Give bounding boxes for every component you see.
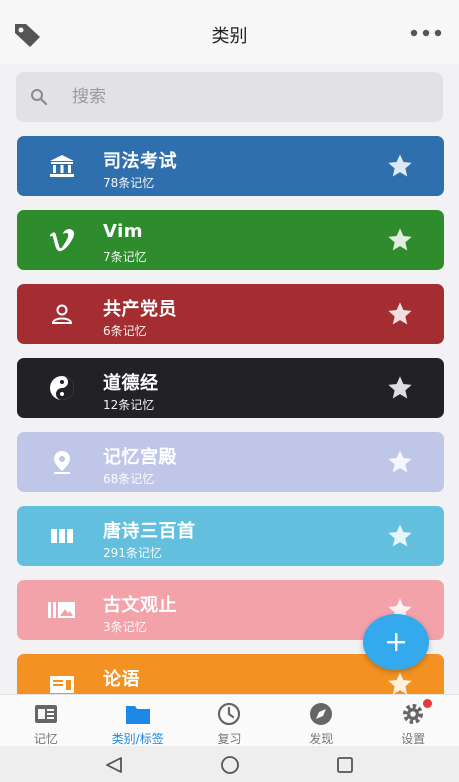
bank-icon: [45, 150, 79, 182]
category-card[interactable]: 唐诗三百首 291条记忆: [17, 506, 444, 566]
memory-card-icon: [34, 705, 57, 723]
star-icon[interactable]: [386, 152, 414, 180]
star-icon[interactable]: [386, 226, 414, 254]
system-nav-bar: [0, 746, 459, 782]
star-icon[interactable]: [386, 522, 414, 550]
vimeo-icon: [45, 224, 79, 256]
yin-yang-icon: [45, 372, 79, 404]
folder-icon: [125, 706, 150, 724]
category-name: 道德经: [103, 373, 159, 394]
notification-badge: [423, 699, 433, 708]
bottom-tab-bar: 记忆 类别/标签 复习 发现 设置: [0, 694, 459, 746]
star-icon[interactable]: [386, 300, 414, 328]
category-name: 共产党员: [103, 299, 177, 320]
category-count: 7条记忆: [103, 250, 147, 264]
tab-review[interactable]: 复习: [184, 695, 276, 746]
category-list: 司法考试 78条记忆 Vim 7条记忆 共产党员 6条记忆 道德经 12条记忆 …: [17, 136, 444, 694]
tab-label: 复习: [217, 732, 242, 746]
category-card[interactable]: 共产党员 6条记忆: [17, 284, 444, 344]
tab-label: 类别/标签: [111, 732, 164, 746]
category-name: 司法考试: [103, 151, 177, 172]
category-card[interactable]: Vim 7条记忆: [17, 210, 444, 270]
category-count: 78条记忆: [103, 176, 155, 190]
columns-icon: [45, 520, 79, 552]
category-count: 3条记忆: [103, 620, 147, 634]
compass-icon: [310, 703, 333, 725]
category-card[interactable]: 记忆宫殿 68条记忆: [17, 432, 444, 492]
tab-label: 记忆: [33, 732, 58, 746]
category-card[interactable]: 司法考试 78条记忆: [17, 136, 444, 196]
category-name: 记忆宫殿: [103, 447, 177, 468]
tab-memory[interactable]: 记忆: [0, 695, 92, 746]
tab-label: 设置: [401, 732, 426, 746]
search-bar[interactable]: [16, 72, 443, 122]
tab-categories[interactable]: 类别/标签: [92, 695, 184, 746]
plus-icon: [387, 633, 405, 651]
star-icon[interactable]: [386, 448, 414, 476]
page-title: 类别: [211, 26, 248, 47]
tab-settings[interactable]: 设置: [367, 695, 459, 746]
category-count: 12条记忆: [103, 398, 155, 412]
star-icon[interactable]: [386, 374, 414, 402]
search-input[interactable]: [72, 80, 422, 114]
app-header: 类别: [0, 0, 459, 64]
book-icon: [45, 668, 79, 694]
category-count: 68条记忆: [103, 472, 155, 486]
category-card[interactable]: 道德经 12条记忆: [17, 358, 444, 418]
more-icon[interactable]: [409, 26, 443, 40]
map-pin-icon: [45, 446, 79, 478]
category-count: 291条记忆: [103, 546, 162, 560]
tab-label: 发现: [309, 732, 334, 746]
category-name: 古文观止: [103, 595, 177, 616]
clock-icon: [218, 702, 241, 726]
person-icon: [45, 298, 79, 330]
category-count: 6条记忆: [103, 324, 147, 338]
gallery-icon: [45, 594, 79, 626]
category-name: Vim: [103, 221, 144, 242]
search-icon: [31, 89, 48, 106]
tab-discover[interactable]: 发现: [275, 695, 367, 746]
star-icon[interactable]: [386, 670, 414, 694]
category-name: 唐诗三百首: [103, 521, 196, 542]
home-circle-icon[interactable]: [220, 756, 240, 774]
recents-square-icon[interactable]: [335, 756, 355, 774]
back-triangle-icon[interactable]: [104, 756, 124, 774]
add-category-button[interactable]: [363, 614, 429, 670]
category-name: 论语: [103, 669, 140, 690]
